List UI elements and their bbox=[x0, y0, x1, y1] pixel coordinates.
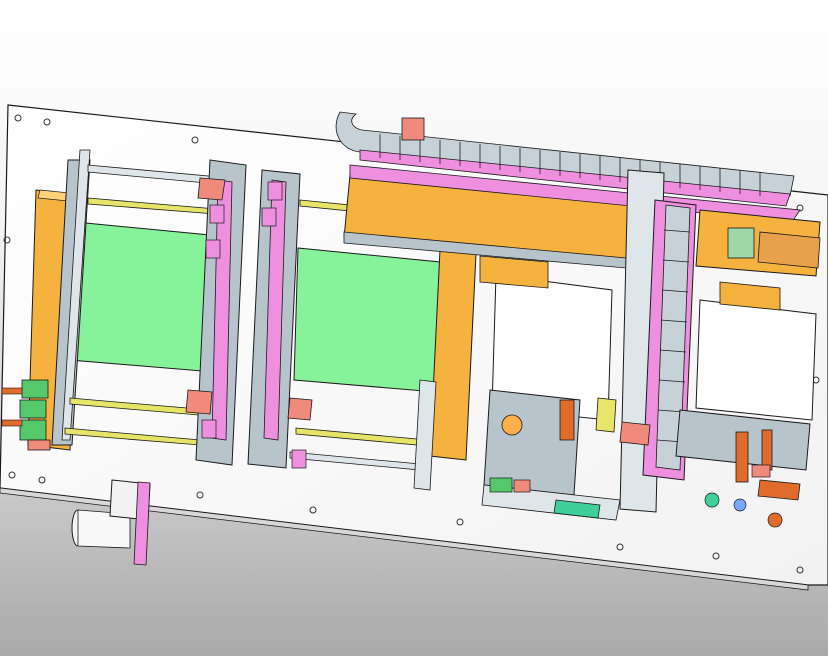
cad-viewport[interactable] bbox=[0, 0, 828, 656]
cad-model-canvas[interactable] bbox=[0, 0, 828, 656]
vertical-cable-chain[interactable] bbox=[619, 169, 697, 513]
